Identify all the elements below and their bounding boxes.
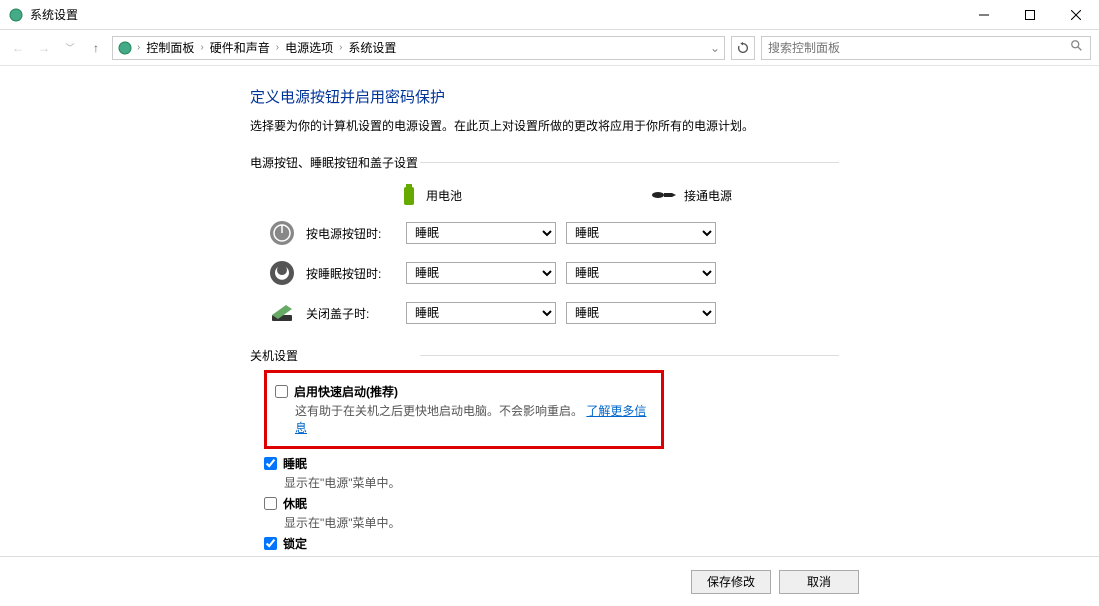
lock-checkbox[interactable] [264, 537, 277, 550]
setting-row-lid-close: 关闭盖子时: 睡眠 睡眠 [268, 299, 1099, 327]
lid-plugged-select[interactable]: 睡眠 [566, 302, 716, 324]
sleep-checkbox[interactable] [264, 457, 277, 470]
cancel-button[interactable]: 取消 [779, 570, 859, 594]
navbar: ← → ﹀ ↑ › 控制面板 › 硬件和声音 › 电源选项 › 系统设置 ⌄ [0, 30, 1099, 66]
sleep-desc: 显示在"电源"菜单中。 [284, 474, 1099, 491]
sleep-button-icon [268, 259, 296, 287]
plug-icon [650, 188, 676, 202]
save-button[interactable]: 保存修改 [691, 570, 771, 594]
nav-forward-button[interactable]: → [34, 38, 54, 58]
setting-label: 关闭盖子时: [306, 305, 406, 322]
breadcrumb-item[interactable]: 硬件和声音 [208, 39, 272, 56]
maximize-button[interactable] [1007, 0, 1053, 30]
search-icon [1070, 39, 1084, 56]
page-title: 定义电源按钮并启用密码保护 [250, 86, 1099, 107]
lid-battery-select[interactable]: 睡眠 [406, 302, 556, 324]
footer: 保存修改 取消 [0, 556, 1099, 606]
chevron-right-icon: › [200, 42, 203, 53]
section-buttons-label: 电源按钮、睡眠按钮和盖子设置 [250, 154, 1099, 171]
minimize-button[interactable] [961, 0, 1007, 30]
setting-label: 按睡眠按钮时: [306, 265, 406, 282]
breadcrumb-item[interactable]: 电源选项 [283, 39, 335, 56]
setting-row-power-button: 按电源按钮时: 睡眠 睡眠 [268, 219, 1099, 247]
lid-close-icon [268, 299, 296, 327]
app-icon [8, 7, 24, 23]
chevron-right-icon: › [137, 42, 140, 53]
page-description: 选择要为你的计算机设置的电源设置。在此页上对设置所做的更改将应用于你所有的电源计… [250, 117, 1099, 134]
close-button[interactable] [1053, 0, 1099, 30]
sleep-button-battery-select[interactable]: 睡眠 [406, 262, 556, 284]
hibernate-title: 休眠 [283, 495, 307, 512]
fast-startup-checkbox[interactable] [275, 385, 288, 398]
battery-icon [400, 183, 418, 207]
window-title: 系统设置 [30, 6, 961, 23]
nav-back-button[interactable]: ← [8, 38, 28, 58]
search-box[interactable] [761, 36, 1091, 60]
content-area: 定义电源按钮并启用密码保护 选择要为你的计算机设置的电源设置。在此页上对设置所做… [0, 66, 1099, 556]
chevron-right-icon: › [339, 42, 342, 53]
column-battery-header: 用电池 [400, 183, 550, 207]
power-button-plugged-select[interactable]: 睡眠 [566, 222, 716, 244]
sleep-title: 睡眠 [283, 455, 307, 472]
setting-label: 按电源按钮时: [306, 225, 406, 242]
refresh-button[interactable] [731, 36, 755, 60]
sleep-button-plugged-select[interactable]: 睡眠 [566, 262, 716, 284]
hibernate-desc: 显示在"电源"菜单中。 [284, 514, 1099, 531]
setting-row-sleep-button: 按睡眠按钮时: 睡眠 睡眠 [268, 259, 1099, 287]
highlight-fast-startup: 启用快速启动(推荐) 这有助于在关机之后更快地启动电脑。不会影响重启。 了解更多… [264, 370, 664, 449]
breadcrumb[interactable]: › 控制面板 › 硬件和声音 › 电源选项 › 系统设置 ⌄ [112, 36, 725, 60]
nav-recent-button[interactable]: ﹀ [60, 38, 80, 58]
lock-title: 锁定 [283, 535, 307, 552]
chevron-right-icon: › [276, 42, 279, 53]
power-button-battery-select[interactable]: 睡眠 [406, 222, 556, 244]
chevron-down-icon[interactable]: ⌄ [710, 41, 720, 55]
column-plugged-header: 接通电源 [650, 183, 800, 207]
power-button-icon [268, 219, 296, 247]
titlebar: 系统设置 [0, 0, 1099, 30]
search-input[interactable] [768, 41, 1070, 55]
breadcrumb-item[interactable]: 系统设置 [346, 39, 398, 56]
nav-up-button[interactable]: ↑ [86, 38, 106, 58]
breadcrumb-icon [117, 40, 133, 56]
section-shutdown-label: 关机设置 [250, 347, 1099, 364]
fast-startup-title: 启用快速启动(推荐) [294, 383, 398, 400]
fast-startup-desc: 这有助于在关机之后更快地启动电脑。不会影响重启。 了解更多信息 [295, 402, 653, 436]
breadcrumb-item[interactable]: 控制面板 [144, 39, 196, 56]
hibernate-checkbox[interactable] [264, 497, 277, 510]
